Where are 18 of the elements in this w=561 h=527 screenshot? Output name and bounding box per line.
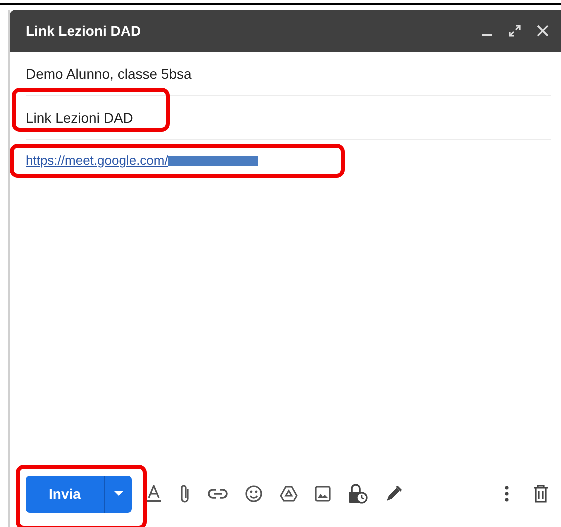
- smiley-icon[interactable]: [245, 485, 263, 503]
- close-icon[interactable]: [537, 25, 549, 37]
- paperclip-icon[interactable]: [179, 484, 191, 504]
- pen-icon[interactable]: [385, 485, 403, 503]
- send-button[interactable]: Invia: [26, 476, 104, 512]
- recipients-field[interactable]: Demo Alunno, classe 5bsa: [26, 66, 192, 82]
- text-format-icon[interactable]: [146, 485, 162, 503]
- link-icon[interactable]: [208, 489, 228, 499]
- subject-field[interactable]: Link Lezioni DAD: [26, 110, 134, 126]
- caret-icon: [114, 491, 124, 497]
- trash-icon[interactable]: [533, 485, 549, 503]
- send-options-button[interactable]: [104, 476, 132, 512]
- more-options-icon[interactable]: [505, 486, 509, 502]
- lock-clock-icon[interactable]: [348, 484, 368, 504]
- window-title: Link Lezioni DAD: [26, 23, 142, 39]
- triangle-icon[interactable]: [280, 486, 298, 502]
- image-icon[interactable]: [315, 486, 331, 502]
- expand-icon[interactable]: [509, 25, 521, 37]
